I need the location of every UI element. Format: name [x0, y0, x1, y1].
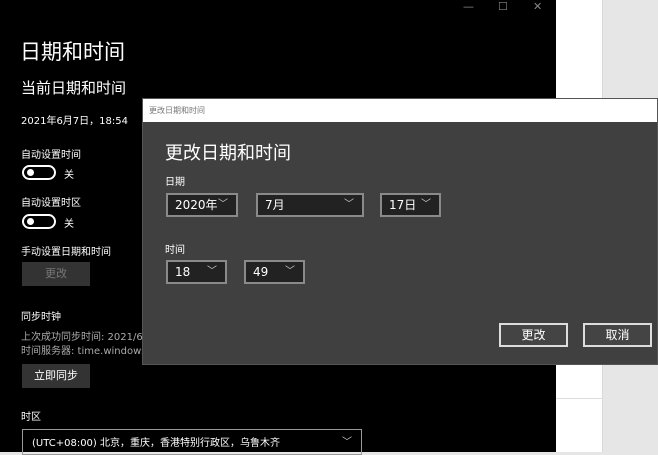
auto-timezone-state: 关 — [64, 219, 74, 230]
page-title: 日期和时间 — [20, 40, 125, 64]
auto-time-toggle[interactable] — [22, 165, 56, 180]
manual-change-button[interactable]: 更改 — [22, 262, 90, 286]
divider — [556, 398, 603, 399]
auto-time-label: 自动设置时间 — [21, 150, 81, 161]
timezone-dropdown[interactable]: (UTC+08:00) 北京，重庆，香港特别行政区，乌鲁木齐 ﹀ — [22, 429, 362, 455]
chevron-down-icon: ﹀ — [344, 199, 354, 210]
minute-dropdown[interactable]: 49 ﹀ — [244, 260, 305, 284]
month-value: 7月 — [265, 198, 285, 212]
month-dropdown[interactable]: 7月 ﹀ — [256, 193, 364, 217]
minimize-button[interactable]: — — [463, 0, 474, 13]
dialog-heading: 更改日期和时间 — [165, 143, 291, 164]
sync-title: 同步时钟 — [21, 312, 61, 323]
hour-dropdown[interactable]: 18 ﹀ — [166, 260, 227, 284]
current-datetime: 2021年6月7日，18:54 — [21, 116, 128, 127]
time-server-text: 时间服务器: time.windows — [21, 346, 147, 357]
day-dropdown[interactable]: 17日 ﹀ — [380, 193, 441, 217]
change-datetime-dialog: 更改日期和时间 更改日期和时间 日期 2020年 ﹀ 7月 ﹀ 17日 ﹀ 时间 18… — [142, 98, 658, 365]
sync-now-button[interactable]: 立即同步 — [22, 364, 90, 388]
year-dropdown[interactable]: 2020年 ﹀ — [166, 193, 238, 217]
auto-timezone-label: 自动设置时区 — [21, 198, 81, 209]
timezone-value: (UTC+08:00) 北京，重庆，香港特别行政区，乌鲁木齐 — [32, 438, 281, 449]
chevron-down-icon: ﹀ — [421, 199, 431, 210]
date-label: 日期 — [165, 177, 185, 188]
chevron-down-icon: ﹀ — [207, 266, 217, 277]
chevron-down-icon: ﹀ — [342, 437, 352, 448]
hour-value: 18 — [175, 265, 191, 279]
section-current-heading: 当前日期和时间 — [21, 79, 127, 97]
cancel-button[interactable]: 取消 — [583, 323, 652, 347]
change-button[interactable]: 更改 — [499, 323, 568, 347]
last-sync-text: 上次成功同步时间: 2021/6 — [21, 332, 143, 343]
day-value: 17日 — [389, 198, 417, 212]
chevron-down-icon: ﹀ — [285, 266, 295, 277]
timezone-title: 时区 — [21, 412, 41, 423]
auto-time-state: 关 — [64, 170, 74, 181]
manual-label: 手动设置日期和时间 — [21, 247, 111, 258]
maximize-button[interactable]: ☐ — [498, 0, 508, 13]
auto-timezone-toggle[interactable] — [22, 214, 56, 229]
dialog-titlebar[interactable]: 更改日期和时间 — [143, 99, 657, 122]
year-value: 2020年 — [175, 198, 218, 212]
close-button[interactable]: ✕ — [533, 0, 542, 13]
chevron-down-icon: ﹀ — [218, 199, 228, 210]
time-label: 时间 — [165, 245, 185, 256]
minute-value: 49 — [253, 265, 269, 279]
